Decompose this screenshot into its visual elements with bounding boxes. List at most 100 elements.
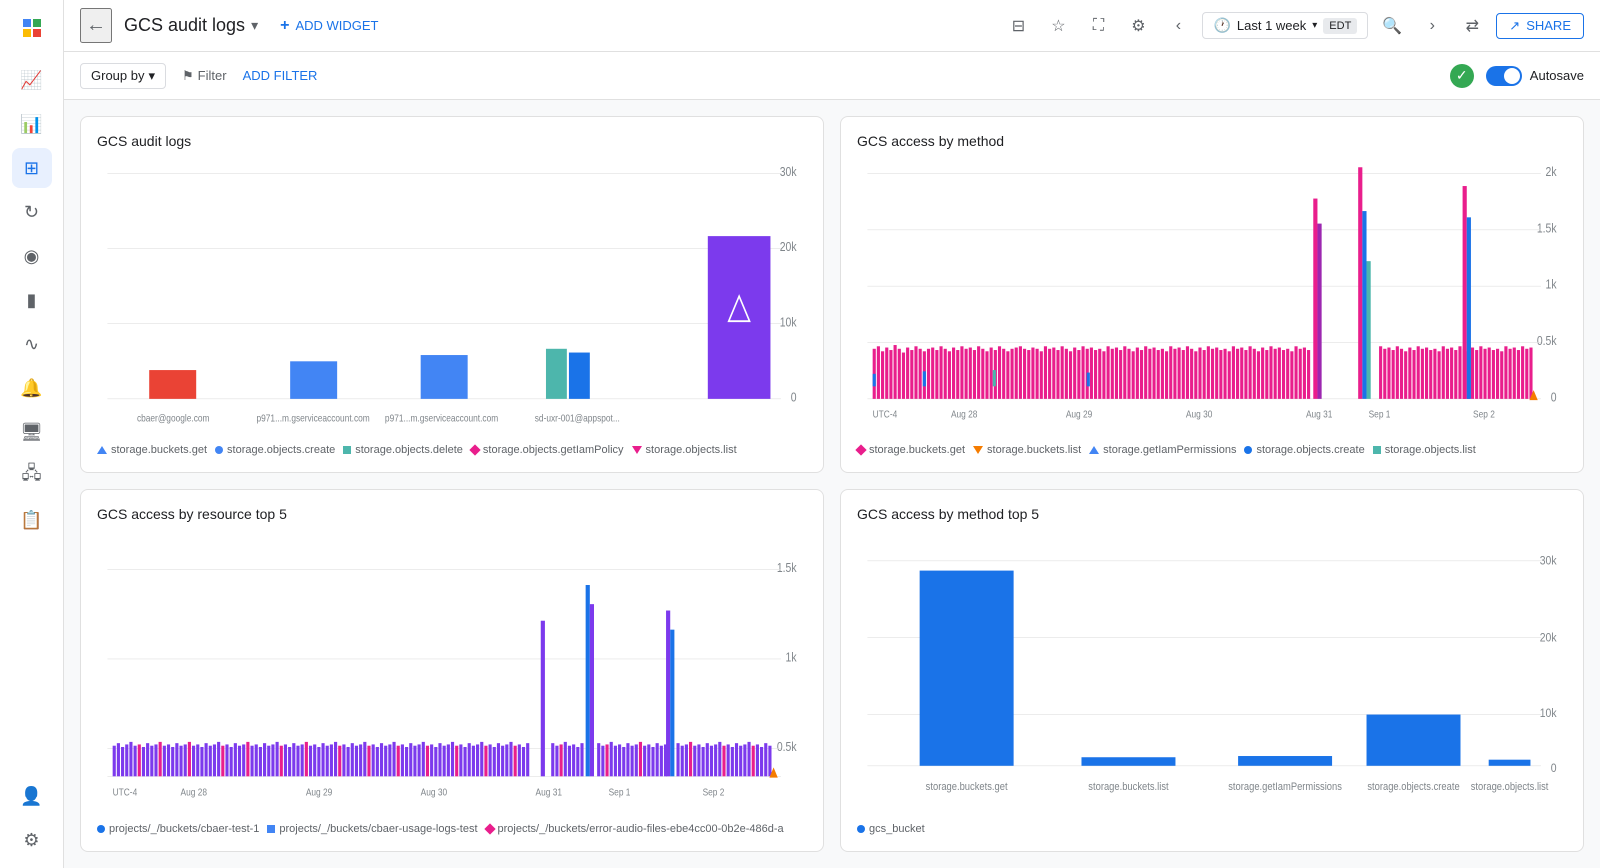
chart3-legend: projects/_/buckets/cbaer-test-1 projects… <box>97 823 807 835</box>
chart4-svg: 30k 20k 10k 0 <box>857 534 1567 815</box>
sidebar-item-settings[interactable]: ⚙ <box>12 820 52 860</box>
svg-text:Aug 28: Aug 28 <box>181 787 207 798</box>
sidebar-item-analytics[interactable]: ∿ <box>12 324 52 364</box>
chart2-area: 2k 1.5k 1k 0.5k 0 /* bars rendered v <box>857 161 1567 436</box>
toggle-track[interactable] <box>1486 66 1522 86</box>
chart1-title: GCS audit logs <box>97 133 807 149</box>
add-widget-button[interactable]: + ADD WIDGET <box>270 11 388 41</box>
chart2-title: GCS access by method <box>857 133 1567 149</box>
svg-text:Aug 29: Aug 29 <box>306 787 332 798</box>
chart3-title: GCS access by resource top 5 <box>97 506 807 522</box>
autosave-toggle[interactable]: Autosave <box>1486 66 1584 86</box>
group-by-button[interactable]: Group by ▾ <box>80 63 166 89</box>
svg-text:UTC-4: UTC-4 <box>873 409 898 420</box>
svg-text:10k: 10k <box>1540 708 1557 721</box>
chart-gcs-audit-logs: GCS audit logs 30k 20k 10k 0 <box>80 116 824 473</box>
svg-text:0: 0 <box>791 392 797 405</box>
settings-button[interactable]: ⚙ <box>1122 10 1154 42</box>
legend-item-buckets-get: storage.buckets.get <box>97 444 207 456</box>
sync-button[interactable]: ⇄ <box>1456 10 1488 42</box>
svg-text:p971...m.gserviceaccount.com: p971...m.gserviceaccount.com <box>385 413 499 424</box>
svg-text:0: 0 <box>1551 392 1557 405</box>
chart2-svg: 2k 1.5k 1k 0.5k 0 /* bars rendered v <box>857 161 1567 436</box>
legend-item-objects-list: storage.objects.list <box>1373 444 1476 456</box>
fullscreen-button[interactable]: ⛶ <box>1082 10 1114 42</box>
svg-text:10k: 10k <box>780 316 797 329</box>
sidebar-item-person[interactable]: 👤 <box>12 776 52 816</box>
svg-text:30k: 30k <box>780 166 797 179</box>
add-filter-button[interactable]: ADD FILTER <box>243 68 318 83</box>
back-button[interactable]: ← <box>80 8 112 43</box>
svg-text:1k: 1k <box>786 651 797 665</box>
svg-text:30k: 30k <box>1540 555 1557 568</box>
sidebar-item-alerts[interactable]: 🔔 <box>12 368 52 408</box>
svg-text:Aug 31: Aug 31 <box>536 787 562 798</box>
legend-item-buckets-list: storage.buckets.list <box>973 444 1081 456</box>
diamond-icon <box>469 445 480 456</box>
svg-text:p971...m.gserviceaccount.com: p971...m.gserviceaccount.com <box>257 413 371 424</box>
svg-text:storage.buckets.list: storage.buckets.list <box>1088 782 1168 794</box>
prev-button[interactable]: ‹ <box>1162 10 1194 42</box>
sidebar-item-barchart[interactable]: ▮ <box>12 280 52 320</box>
next-button[interactable]: › <box>1416 10 1448 42</box>
legend-item-objects-create: storage.objects.create <box>1244 444 1364 456</box>
legend-item-objects-getiampolicy: storage.objects.getIamPolicy <box>471 444 624 456</box>
dot-icon <box>97 825 105 833</box>
triangle-up-icon <box>97 446 107 454</box>
svg-text:Sep 2: Sep 2 <box>703 787 725 798</box>
legend-item-bucket-cbaer-test: projects/_/buckets/cbaer-test-1 <box>97 823 259 835</box>
sidebar-item-dashboard[interactable]: 📈 <box>12 60 52 100</box>
svg-text:sd-uxr-001@appspot...: sd-uxr-001@appspot... <box>535 413 620 424</box>
svg-text:Sep 1: Sep 1 <box>609 787 631 798</box>
app-container: 📈 📊 ⊞ ↻ ◉ ▮ ∿ 🔔 🖥 🖧 📋 👤 ⚙ ← GCS audit lo… <box>0 0 1600 868</box>
dashboard: GCS audit logs 30k 20k 10k 0 <box>64 100 1600 868</box>
legend-item-getiampermissions: storage.getIamPermissions <box>1089 444 1236 456</box>
sidebar-item-flow[interactable]: ↻ <box>12 192 52 232</box>
sidebar-item-overview[interactable]: 📊 <box>12 104 52 144</box>
sidebar-item-grid[interactable]: ⊞ <box>12 148 52 188</box>
sidebar-item-network[interactable]: ◉ <box>12 236 52 276</box>
square-icon <box>1373 446 1381 454</box>
svg-text:0.5k: 0.5k <box>777 740 797 754</box>
svg-text:UTC-4: UTC-4 <box>113 787 138 798</box>
topbar: ← GCS audit logs ▾ + ADD WIDGET ⊟ ☆ ⛶ ⚙ … <box>64 0 1600 52</box>
topbar-actions: ⊟ ☆ ⛶ ⚙ ‹ 🕐 Last 1 week ▾ EDT 🔍 › ⇄ ↗ SH… <box>1002 10 1584 42</box>
sidebar-logo[interactable] <box>12 8 52 48</box>
chart-gcs-access-by-method: GCS access by method 2k 1.5k 1k 0.5k 0 <box>840 116 1584 473</box>
svg-text:2k: 2k <box>1546 166 1557 179</box>
dropdown-arrow-icon: ▾ <box>1312 20 1317 31</box>
autosave-label: Autosave <box>1530 68 1584 83</box>
legend-item-objects-list: storage.objects.list <box>632 444 737 456</box>
filter-button[interactable]: ⚑ Filter <box>182 68 227 84</box>
square-icon <box>267 825 275 833</box>
time-range-button[interactable]: 🕐 Last 1 week ▾ EDT <box>1202 12 1368 39</box>
chart1-svg: 30k 20k 10k 0 <box>97 161 807 436</box>
legend-item-bucket-error-audio: projects/_/buckets/error-audio-files-ebe… <box>486 823 784 835</box>
search-button[interactable]: 🔍 <box>1376 10 1408 42</box>
dot-icon <box>1244 446 1252 454</box>
legend-item-buckets-get: storage.buckets.get <box>857 444 965 456</box>
save-status-icon: ✓ <box>1450 64 1474 88</box>
legend-item-objects-delete: storage.objects.delete <box>343 444 463 456</box>
triangle-down-icon <box>632 446 642 454</box>
svg-text:0: 0 <box>1551 763 1557 776</box>
toolbar-right: ✓ Autosave <box>1450 64 1584 88</box>
diamond-icon <box>855 445 866 456</box>
main-area: ← GCS audit logs ▾ + ADD WIDGET ⊟ ☆ ⛶ ⚙ … <box>64 0 1600 868</box>
svg-text:Sep 1: Sep 1 <box>1369 409 1391 420</box>
chart-gcs-access-method-top5: GCS access by method top 5 30k 20k 10k 0 <box>840 489 1584 852</box>
diamond-icon <box>484 823 495 834</box>
svg-text:Aug 30: Aug 30 <box>1186 409 1212 420</box>
share-button[interactable]: ↗ SHARE <box>1496 13 1584 39</box>
legend-item-bucket-usage-logs: projects/_/buckets/cbaer-usage-logs-test <box>267 823 477 835</box>
filter-icon: ⚑ <box>182 68 194 84</box>
panel-icon-button[interactable]: ⊟ <box>1002 10 1034 42</box>
title-dropdown-icon[interactable]: ▾ <box>251 17 258 34</box>
sidebar-item-server[interactable]: 🖧 <box>12 456 52 496</box>
legend-item-gcs-bucket: gcs_bucket <box>857 823 925 835</box>
toggle-thumb <box>1504 68 1520 84</box>
chart2-legend: storage.buckets.get storage.buckets.list… <box>857 444 1567 456</box>
sidebar-item-report[interactable]: 📋 <box>12 500 52 540</box>
star-button[interactable]: ☆ <box>1042 10 1074 42</box>
sidebar-item-monitor[interactable]: 🖥 <box>12 412 52 452</box>
